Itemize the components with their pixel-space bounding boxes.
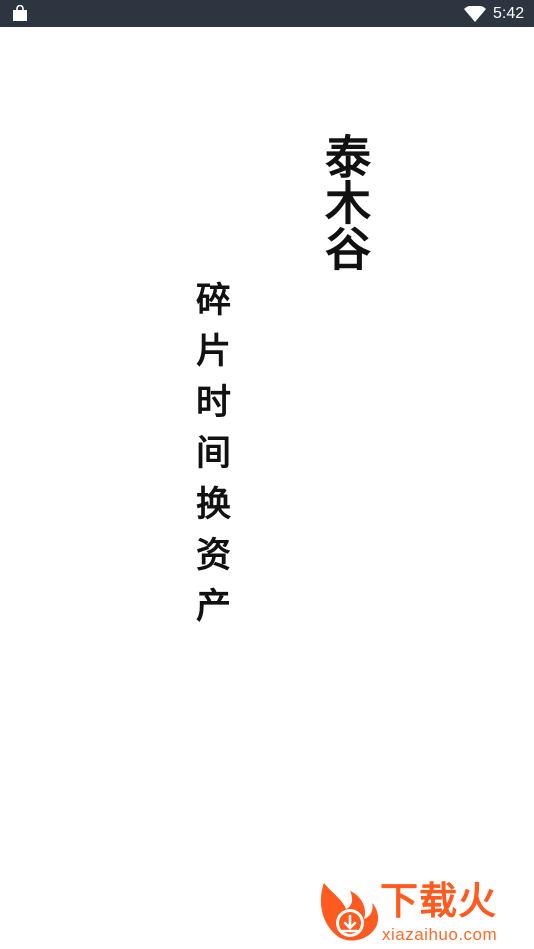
splash-screen[interactable]: 泰木谷 碎片时间换资产: [0, 27, 534, 949]
shopping-bag-icon: [13, 5, 27, 21]
brand-name: 泰木谷: [318, 133, 372, 271]
watermark: 下载火 xiazaihuo.com: [314, 877, 532, 947]
wifi-icon: [464, 6, 486, 22]
watermark-title: 下载火: [380, 879, 498, 923]
status-time: 5:42: [493, 5, 525, 22]
flame-download-logo-icon: [320, 883, 379, 941]
slogan: 碎片时间换资产: [190, 281, 231, 638]
status-bar: 5:42: [0, 0, 534, 27]
watermark-url: xiazaihuo.com: [382, 925, 498, 944]
